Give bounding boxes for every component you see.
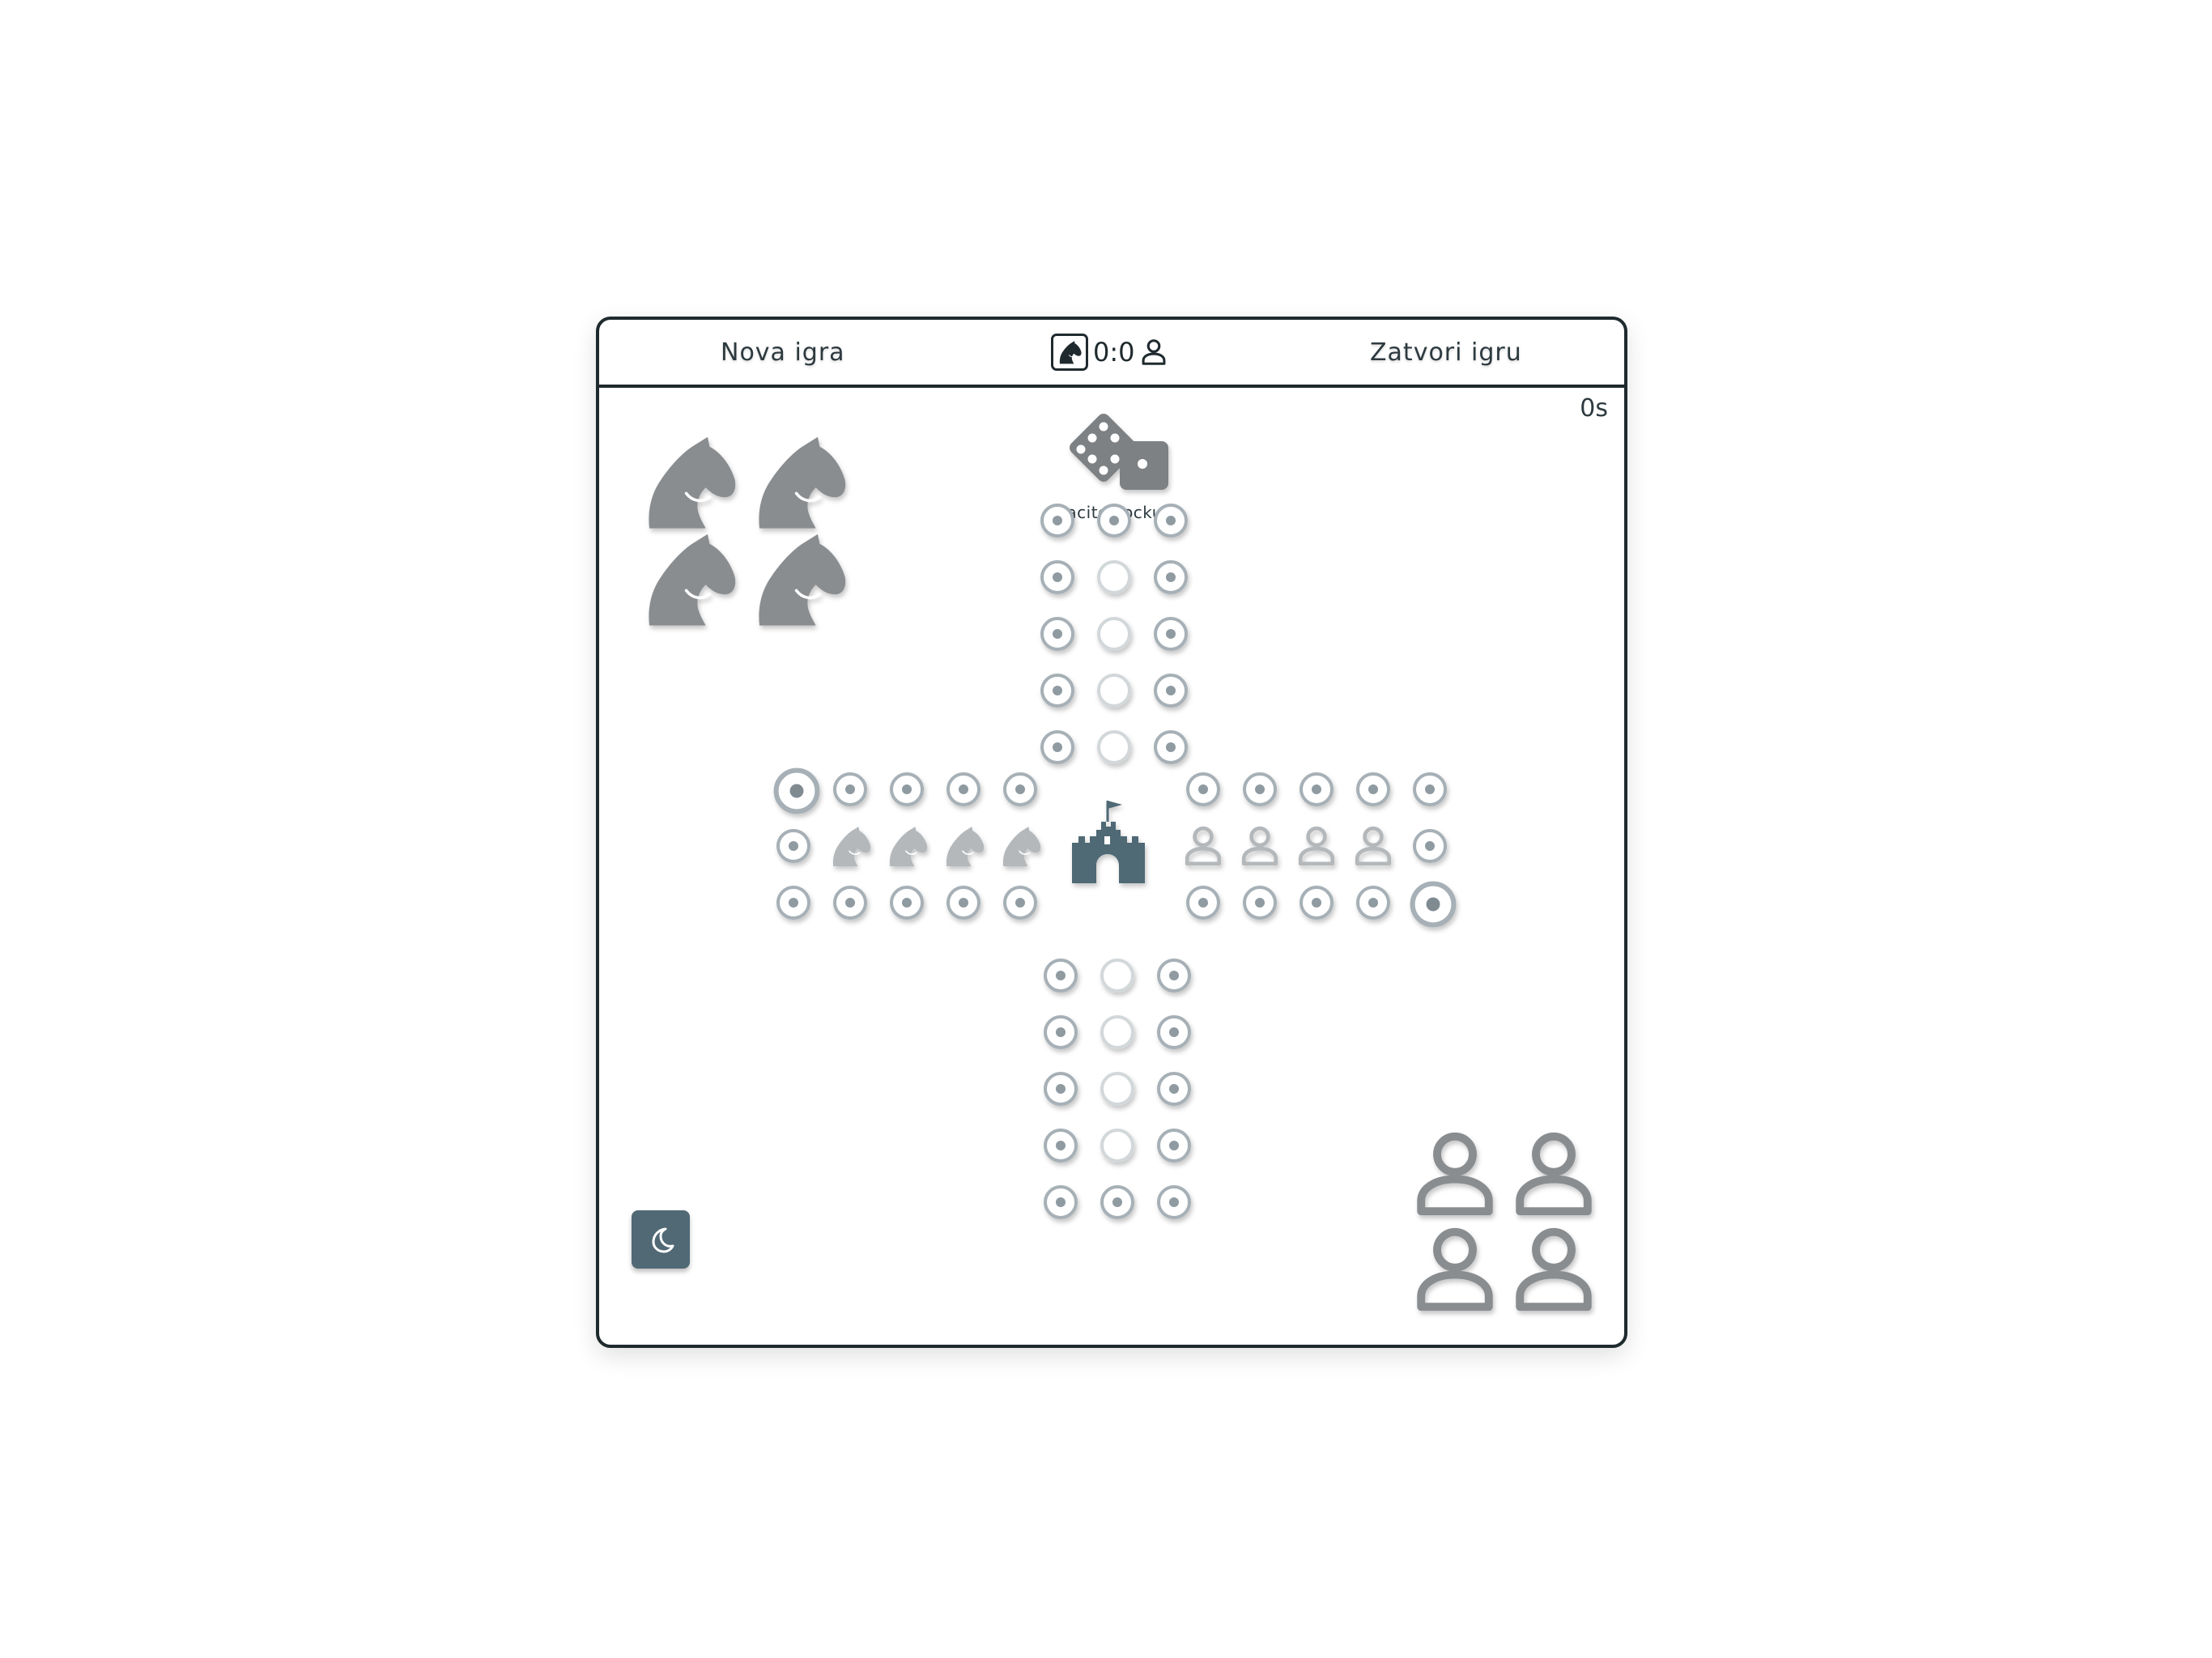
- board-cell[interactable]: [1151, 671, 1190, 710]
- person-piece[interactable]: [1509, 1225, 1598, 1314]
- new-game-button[interactable]: Nova igra: [721, 333, 845, 372]
- board-cell[interactable]: [1038, 728, 1077, 767]
- score-horse-icon: [1051, 334, 1088, 371]
- person-start-cell[interactable]: [1410, 881, 1457, 928]
- board-cell[interactable]: [1038, 501, 1077, 540]
- horse-finish-piece: [829, 825, 868, 864]
- score-text: 0:0: [1093, 337, 1135, 368]
- board-cell[interactable]: [1354, 883, 1393, 922]
- board-cell[interactable]: [1001, 770, 1040, 809]
- board-cell[interactable]: [774, 827, 813, 865]
- board-cell[interactable]: [1155, 1069, 1193, 1108]
- board-cell[interactable]: [1038, 558, 1077, 597]
- timer: 0s: [1580, 394, 1608, 423]
- board-cell[interactable]: [1155, 1013, 1193, 1052]
- header-bar: Nova igra 0:0 Zatvori igru: [599, 320, 1624, 388]
- dice-icon: [1070, 414, 1168, 490]
- horse-home: [640, 433, 850, 636]
- person-piece[interactable]: [1410, 1129, 1499, 1218]
- board-cell[interactable]: [1095, 501, 1134, 540]
- bottom-finish-cell[interactable]: [1098, 956, 1137, 995]
- board-cell[interactable]: [1001, 883, 1040, 922]
- board-cell[interactable]: [1098, 1183, 1137, 1222]
- board-cell[interactable]: [1410, 770, 1449, 809]
- board-cell[interactable]: [1038, 671, 1077, 710]
- board-cell[interactable]: [1041, 1013, 1080, 1052]
- horse-finish-piece: [999, 825, 1038, 864]
- person-piece[interactable]: [1410, 1225, 1499, 1314]
- board-cell[interactable]: [1184, 883, 1223, 922]
- horse-start-cell[interactable]: [773, 767, 820, 814]
- horse-piece[interactable]: [750, 530, 847, 627]
- horse-finish-piece: [942, 825, 981, 864]
- horse-piece[interactable]: [750, 433, 847, 530]
- top-finish-cell[interactable]: [1095, 728, 1134, 767]
- board-cell[interactable]: [1151, 614, 1190, 653]
- board-cell[interactable]: [1151, 558, 1190, 597]
- person-home: [1410, 1129, 1605, 1324]
- bottom-finish-cell[interactable]: [1098, 1126, 1137, 1165]
- board-cell[interactable]: [1240, 770, 1279, 809]
- board-cell[interactable]: [1184, 770, 1223, 809]
- top-finish-cell[interactable]: [1095, 614, 1134, 653]
- board-cell[interactable]: [1151, 728, 1190, 767]
- close-game-button[interactable]: Zatvori igru: [1370, 333, 1522, 372]
- board-cell[interactable]: [1354, 770, 1393, 809]
- board-cell[interactable]: [1410, 827, 1449, 865]
- board-cell[interactable]: [887, 883, 926, 922]
- board-cell[interactable]: [1041, 1069, 1080, 1108]
- top-finish-cell[interactable]: [1095, 558, 1134, 597]
- board-cell[interactable]: [774, 883, 813, 922]
- theme-toggle-button[interactable]: [632, 1210, 690, 1269]
- moon-icon: [652, 1227, 674, 1253]
- board-cell[interactable]: [1155, 1126, 1193, 1165]
- board-cell[interactable]: [1240, 883, 1279, 922]
- horse-finish-piece: [886, 825, 925, 864]
- game-window: Nova igra 0:0 Zatvori igru 0s Bacite koc…: [596, 317, 1627, 1348]
- top-finish-cell[interactable]: [1095, 671, 1134, 710]
- board-cell[interactable]: [944, 770, 983, 809]
- person-finish-piece: [1295, 825, 1334, 864]
- board-cell[interactable]: [1038, 614, 1077, 653]
- castle-icon: [1069, 797, 1150, 890]
- bottom-finish-cell[interactable]: [1098, 1013, 1137, 1052]
- horse-piece[interactable]: [640, 433, 737, 530]
- dice-button[interactable]: [1063, 409, 1176, 501]
- person-finish-piece: [1182, 825, 1221, 864]
- board-cell[interactable]: [1041, 956, 1080, 995]
- board-cell[interactable]: [1297, 883, 1336, 922]
- board-cell[interactable]: [887, 770, 926, 809]
- score-person-icon: [1140, 338, 1168, 366]
- board-cell[interactable]: [831, 883, 870, 922]
- score-display: 0:0: [1051, 331, 1168, 373]
- board-cell[interactable]: [1041, 1183, 1080, 1222]
- board-cell[interactable]: [1041, 1126, 1080, 1165]
- person-piece[interactable]: [1509, 1129, 1598, 1218]
- person-finish-piece: [1239, 825, 1278, 864]
- board-cell[interactable]: [944, 883, 983, 922]
- board-cell[interactable]: [1155, 1183, 1193, 1222]
- board-cell[interactable]: [831, 770, 870, 809]
- board-cell[interactable]: [1155, 956, 1193, 995]
- person-finish-piece: [1352, 825, 1391, 864]
- horse-piece[interactable]: [640, 530, 737, 627]
- board-cell[interactable]: [1297, 770, 1336, 809]
- bottom-finish-cell[interactable]: [1098, 1069, 1137, 1108]
- board-cell[interactable]: [1151, 501, 1190, 540]
